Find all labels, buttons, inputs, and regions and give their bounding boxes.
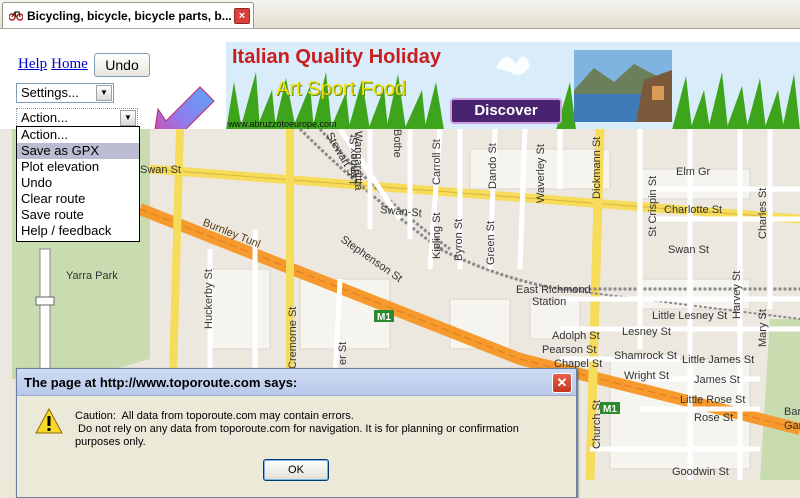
- svg-text:Little Lesney St: Little Lesney St: [652, 310, 727, 322]
- action-select-value: Action...: [21, 110, 68, 125]
- svg-text:Bothe: Bothe: [391, 129, 403, 158]
- discover-button[interactable]: Discover: [450, 98, 562, 124]
- svg-text:Swan St: Swan St: [140, 164, 181, 176]
- svg-text:Charles St: Charles St: [757, 188, 769, 239]
- menu-item-undo[interactable]: Undo: [17, 175, 139, 191]
- svg-text:Barkly: Barkly: [784, 406, 800, 418]
- svg-text:M1: M1: [603, 404, 617, 415]
- svg-text:Station: Station: [532, 296, 566, 308]
- dialog-title: The page at http://www.toporoute.com say…: [24, 375, 298, 390]
- svg-text:Elm Gr: Elm Gr: [676, 166, 711, 178]
- browser-tab-strip: Bicycling, bicycle, bicycle parts, b... …: [0, 0, 800, 29]
- undo-button[interactable]: Undo: [94, 53, 150, 77]
- svg-text:Lesney St: Lesney St: [622, 326, 671, 338]
- browser-tab[interactable]: Bicycling, bicycle, bicycle parts, b... …: [2, 2, 254, 28]
- menu-item-clear-route[interactable]: Clear route: [17, 191, 139, 207]
- banner-subtitle: Art Sport Food: [276, 78, 407, 100]
- settings-select[interactable]: Settings... ▼: [16, 83, 114, 103]
- svg-text:Pearson St: Pearson St: [542, 344, 596, 356]
- svg-text:Adolph St: Adolph St: [552, 330, 600, 342]
- chevron-down-icon[interactable]: ▼: [120, 110, 136, 126]
- menu-item-save-route[interactable]: Save route: [17, 207, 139, 223]
- svg-text:Swan St: Swan St: [668, 244, 709, 256]
- dialog-line: Do not rely on any data from toporoute.c…: [75, 423, 519, 435]
- menu-item-save-as-gpx[interactable]: Save as GPX: [17, 143, 139, 159]
- svg-text:James St: James St: [694, 374, 740, 386]
- menu-item-action[interactable]: Action...: [17, 127, 139, 143]
- nav-links: Help Home: [18, 56, 92, 73]
- svg-text:Dando St: Dando St: [487, 143, 499, 189]
- advert-banner[interactable]: Italian Quality Holiday Art Sport Food D…: [226, 42, 800, 130]
- svg-text:Goodwin St: Goodwin St: [672, 466, 729, 478]
- svg-text:Waverley St: Waverley St: [535, 144, 547, 203]
- warning-icon: [35, 408, 63, 434]
- svg-text:Green St: Green St: [485, 221, 497, 265]
- svg-text:St Crispin St: St Crispin St: [647, 176, 659, 237]
- svg-text:Little Rose St: Little Rose St: [680, 394, 745, 406]
- banner-title: Italian Quality Holiday: [232, 46, 441, 68]
- alert-dialog: The page at http://www.toporoute.com say…: [16, 368, 577, 498]
- svg-text:Charlotte St: Charlotte St: [664, 204, 722, 216]
- banner-url: www.abruzzotoeurope.com: [228, 119, 337, 129]
- svg-text:Garden: Garden: [784, 420, 800, 432]
- svg-text:Carroll St: Carroll St: [431, 139, 443, 185]
- page-content: Help Home Undo Settings... ▼ Action... ▼ …: [0, 29, 800, 498]
- action-dropdown-menu: Action... Save as GPX Plot elevation Und…: [16, 126, 140, 242]
- settings-select-value: Settings...: [21, 85, 79, 100]
- ok-button[interactable]: OK: [263, 459, 329, 481]
- action-select[interactable]: Action... ▼: [16, 108, 138, 128]
- dialog-message: Caution: All data from toporoute.com may…: [75, 410, 545, 449]
- help-link[interactable]: Help: [18, 56, 47, 72]
- svg-text:Dickmann St: Dickmann St: [591, 137, 603, 199]
- svg-text:Yarra Park: Yarra Park: [66, 270, 118, 282]
- dialog-line: purposes only.: [75, 436, 146, 448]
- svg-text:Cremorne St: Cremorne St: [287, 307, 299, 369]
- close-tab-icon[interactable]: ×: [234, 8, 250, 24]
- svg-text:Rose St: Rose St: [694, 412, 733, 424]
- svg-text:Huckerby St: Huckerby St: [203, 269, 215, 329]
- lake-photo: [574, 50, 672, 122]
- svg-text:Wright St: Wright St: [624, 370, 669, 382]
- menu-item-plot-elevation[interactable]: Plot elevation: [17, 159, 139, 175]
- tab-title: Bicycling, bicycle, bicycle parts, b...: [27, 9, 232, 23]
- svg-text:Harvey St: Harvey St: [731, 271, 743, 319]
- svg-text:Mary St: Mary St: [757, 309, 769, 347]
- dialog-line: Caution: All data from toporoute.com may…: [75, 410, 354, 422]
- chevron-down-icon[interactable]: ▼: [96, 85, 112, 101]
- home-link[interactable]: Home: [51, 56, 88, 72]
- svg-text:Byron St: Byron St: [453, 219, 465, 261]
- svg-text:Little James St: Little James St: [682, 354, 754, 366]
- svg-text:East Richmond: East Richmond: [516, 284, 591, 296]
- close-icon[interactable]: ✕: [552, 373, 572, 393]
- svg-text:Lennox St: Lennox St: [348, 134, 360, 184]
- svg-text:Kipling St: Kipling St: [431, 213, 443, 259]
- bicycle-icon: [9, 11, 23, 21]
- svg-text:Shamrock St: Shamrock St: [614, 350, 677, 362]
- svg-text:er St: er St: [337, 342, 349, 365]
- menu-item-help-feedback[interactable]: Help / feedback: [17, 223, 139, 239]
- dialog-title-bar: The page at http://www.toporoute.com say…: [17, 369, 576, 396]
- svg-text:M1: M1: [377, 312, 391, 323]
